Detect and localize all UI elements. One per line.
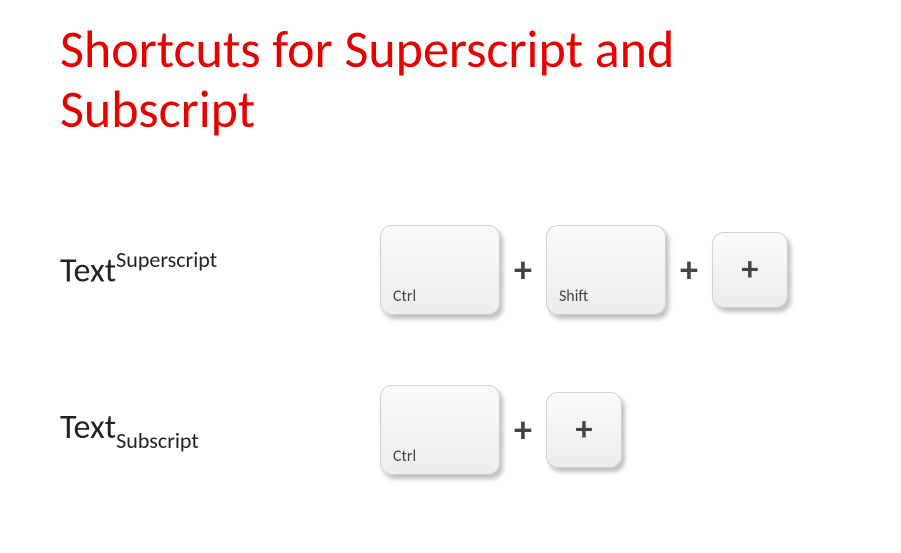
- example-superscript-text: Superscript: [116, 246, 217, 273]
- example-base-text: Text: [60, 407, 116, 448]
- key-ctrl: Ctrl: [380, 385, 500, 475]
- key-shift: Shift: [546, 225, 666, 315]
- key-plus: +: [546, 392, 622, 468]
- plus-icon: +: [510, 248, 536, 292]
- plus-icon: +: [676, 248, 702, 292]
- key-label: Ctrl: [393, 287, 416, 306]
- key-label: Ctrl: [393, 447, 416, 466]
- key-label: +: [575, 409, 592, 450]
- key-plus: +: [712, 232, 788, 308]
- superscript-keys: Ctrl + Shift + +: [380, 225, 788, 315]
- subscript-row: TextSubscript Ctrl + +: [60, 380, 841, 480]
- superscript-example: TextSuperscript: [60, 248, 380, 291]
- subscript-keys: Ctrl + +: [380, 385, 622, 475]
- superscript-row: TextSuperscript Ctrl + Shift + +: [60, 220, 841, 320]
- key-label: Shift: [559, 287, 588, 306]
- example-subscript-text: Subscript: [116, 427, 199, 454]
- key-label: +: [741, 249, 758, 290]
- example-base-text: Text: [60, 250, 116, 291]
- page-title: Shortcuts for Superscript and Subscript: [60, 20, 841, 140]
- plus-icon: +: [510, 408, 536, 452]
- key-ctrl: Ctrl: [380, 225, 500, 315]
- subscript-example: TextSubscript: [60, 407, 380, 452]
